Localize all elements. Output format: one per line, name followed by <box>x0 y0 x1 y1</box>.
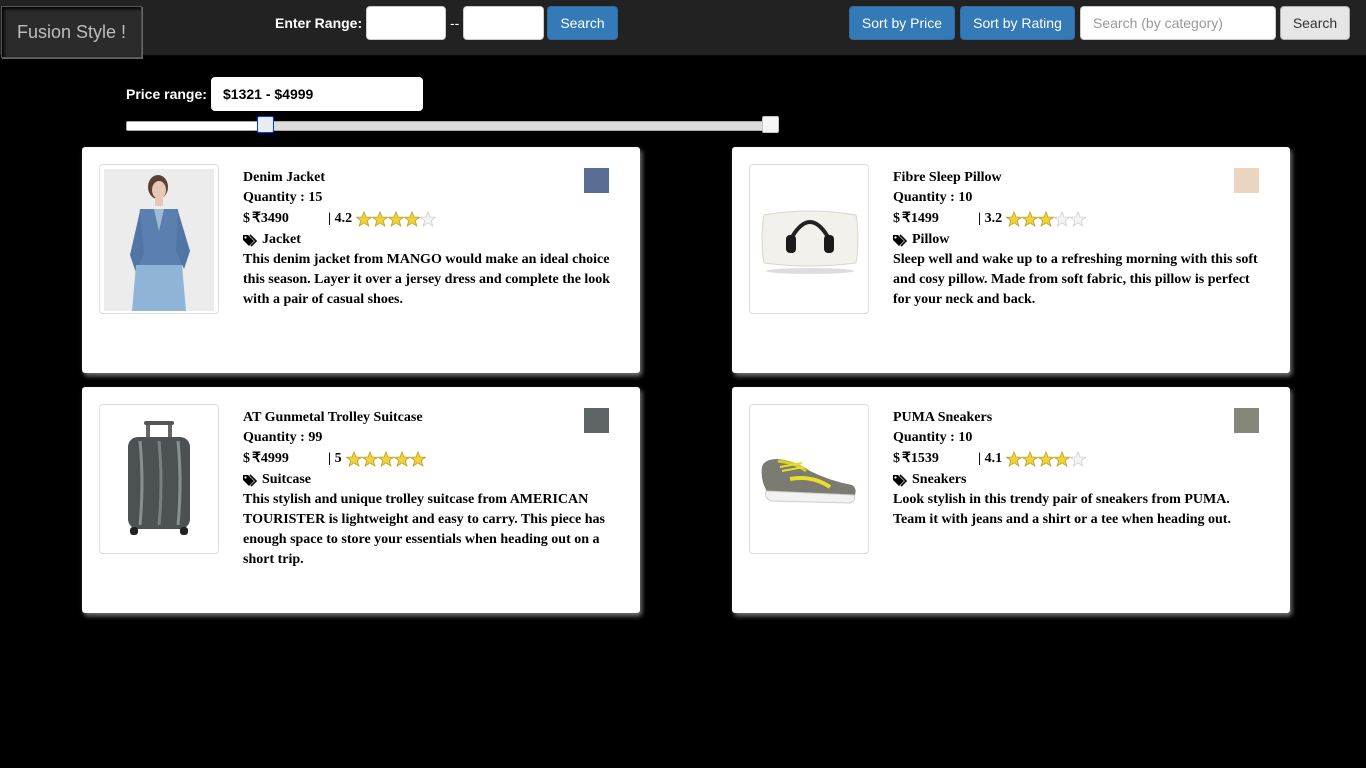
range-min-input[interactable] <box>366 6 446 40</box>
range-separator: -- <box>450 15 460 31</box>
product-price: ₹4999 <box>252 451 289 466</box>
slider-low-handle[interactable] <box>256 116 274 133</box>
star-icon <box>1038 211 1055 227</box>
rating-stars <box>1006 451 1087 467</box>
product-description: Sleep well and wake up to a refreshing m… <box>893 252 1258 307</box>
product-card[interactable]: Fibre Sleep Pillow Quantity : 10 $ ₹1499… <box>732 147 1290 373</box>
product-category: Pillow <box>912 232 950 247</box>
rating-stars <box>1006 211 1087 227</box>
product-description: This denim jacket from MANGO would make … <box>243 252 611 307</box>
range-label: Enter Range: <box>275 15 363 31</box>
product-rating: | 5 <box>328 451 342 466</box>
tag-icon <box>893 473 908 487</box>
tag-icon <box>243 473 258 487</box>
product-price: ₹1539 <box>902 451 939 466</box>
product-name[interactable]: AT Gunmetal Trolley Suitcase <box>243 408 613 428</box>
star-icon <box>372 211 389 227</box>
tag-icon <box>893 233 908 247</box>
star-icon <box>404 211 421 227</box>
rating-stars <box>356 211 437 227</box>
star-icon <box>1070 211 1087 227</box>
rating-stars <box>345 451 426 467</box>
price-range-slider[interactable] <box>126 116 779 133</box>
slider-unselected-track <box>127 122 265 130</box>
price-range-label: Price range: <box>126 86 207 102</box>
product-card[interactable]: PUMA Sneakers Quantity : 10 $ ₹1539 | 4.… <box>732 387 1290 613</box>
dollar-icon: $ <box>893 211 900 226</box>
star-icon <box>409 451 426 467</box>
dollar-icon: $ <box>243 451 250 466</box>
product-image[interactable] <box>749 404 869 554</box>
product-description: This stylish and unique trolley suitcase… <box>243 492 605 567</box>
product-rating: | 4.1 <box>978 451 1003 466</box>
star-icon <box>1006 211 1023 227</box>
slider-high-handle[interactable] <box>762 116 779 133</box>
dollar-icon: $ <box>243 211 250 226</box>
product-card[interactable]: Denim Jacket Quantity : 15 $ ₹3490 | 4.2 <box>82 147 640 373</box>
product-category: Jacket <box>262 232 301 247</box>
product-quantity: Quantity : 15 <box>243 190 323 205</box>
product-image[interactable] <box>99 164 219 314</box>
product-price: ₹1499 <box>902 211 939 226</box>
star-icon <box>361 451 378 467</box>
range-max-input[interactable] <box>463 6 544 40</box>
product-image[interactable] <box>99 404 219 554</box>
sort-by-rating-button[interactable]: Sort by Rating <box>960 6 1075 40</box>
dollar-icon: $ <box>893 451 900 466</box>
category-search-button[interactable]: Search <box>1280 6 1350 40</box>
star-icon <box>1054 211 1071 227</box>
star-icon <box>1006 451 1023 467</box>
product-rating: | 4.2 <box>328 211 353 226</box>
product-description: Look stylish in this trendy pair of snea… <box>893 492 1231 527</box>
product-rating: | 3.2 <box>978 211 1003 226</box>
product-quantity: Quantity : 99 <box>243 430 323 445</box>
star-icon <box>388 211 405 227</box>
star-icon <box>1054 451 1071 467</box>
product-name[interactable]: PUMA Sneakers <box>893 408 1263 428</box>
star-icon <box>1070 451 1087 467</box>
star-icon <box>345 451 362 467</box>
price-range-value: $1321 - $4999 <box>211 77 423 111</box>
product-quantity: Quantity : 10 <box>893 430 973 445</box>
product-name[interactable]: Fibre Sleep Pillow <box>893 168 1263 188</box>
brand-button[interactable]: Fusion Style ! <box>1 6 142 58</box>
star-icon <box>393 451 410 467</box>
product-image[interactable] <box>749 164 869 314</box>
product-card[interactable]: AT Gunmetal Trolley Suitcase Quantity : … <box>82 387 640 613</box>
product-category: Sneakers <box>912 472 967 487</box>
star-icon <box>1022 451 1039 467</box>
product-category: Suitcase <box>262 472 311 487</box>
product-price: ₹3490 <box>252 211 289 226</box>
product-name[interactable]: Denim Jacket <box>243 168 613 188</box>
star-icon <box>356 211 373 227</box>
sort-by-price-button[interactable]: Sort by Price <box>849 6 955 40</box>
category-search-input[interactable] <box>1080 6 1276 40</box>
product-quantity: Quantity : 10 <box>893 190 973 205</box>
tag-icon <box>243 233 258 247</box>
star-icon <box>1038 451 1055 467</box>
star-icon <box>377 451 394 467</box>
navbar: Fusion Style ! Enter Range: -- Search So… <box>0 0 1366 58</box>
star-icon <box>1022 211 1039 227</box>
star-icon <box>420 211 437 227</box>
range-search-button[interactable]: Search <box>547 6 618 40</box>
